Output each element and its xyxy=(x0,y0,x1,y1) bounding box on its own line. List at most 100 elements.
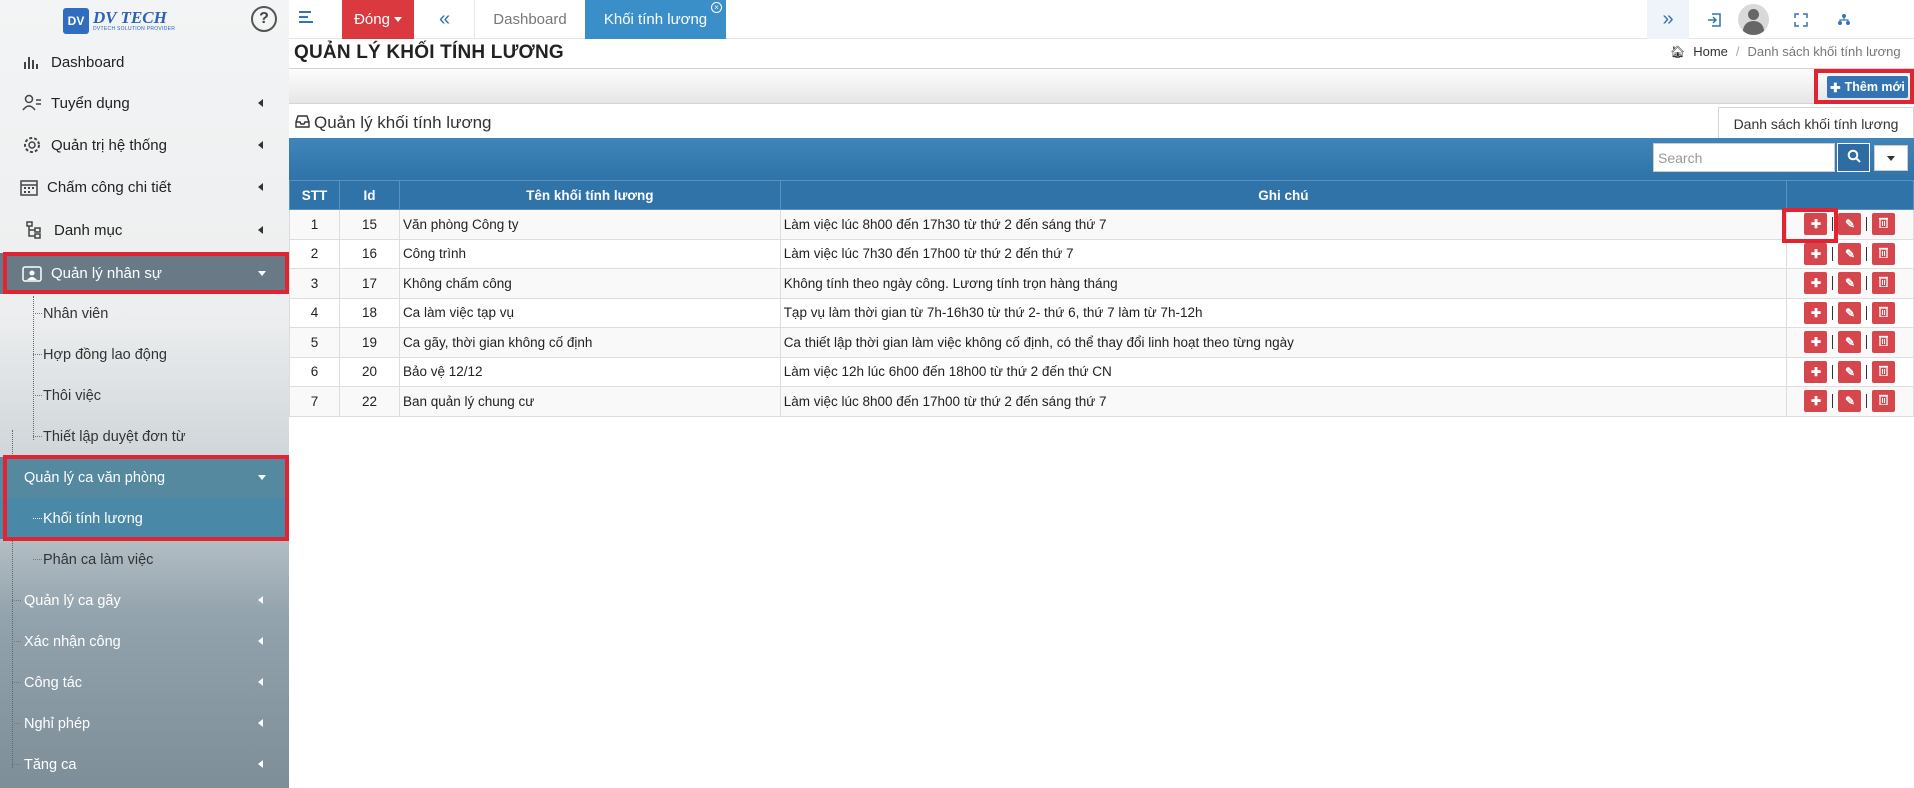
column-header[interactable]: Ghi chú xyxy=(779,180,1787,210)
sidebar: DV DV TECH DVTECH SOLUTION PROVIDER ? Da… xyxy=(0,0,289,788)
submenu-quan-ly-ca-gay[interactable]: Quản lý ca gãy xyxy=(0,580,289,621)
menu-item-quan-tri[interactable]: Quản trị hệ thống xyxy=(0,125,289,165)
help-button[interactable]: ? xyxy=(251,6,277,32)
breadcrumb-home[interactable]: Home xyxy=(1693,44,1728,59)
submenu-nghi-phep[interactable]: Nghỉ phép xyxy=(0,703,289,744)
cell-stt: 2 xyxy=(289,238,340,269)
menu-toggle-icon[interactable] xyxy=(299,11,313,25)
submenu-quan-ly-ca-van-phong[interactable]: Quản lý ca văn phòng xyxy=(0,457,289,498)
delete-button[interactable] xyxy=(1872,213,1896,236)
table-row[interactable]: 3 17 Không chấm công Không tính theo ngày c… xyxy=(289,268,1914,299)
cell-name: Công trình xyxy=(398,238,781,269)
double-chevron-left-icon[interactable]: « xyxy=(439,9,450,29)
submenu-nhan-vien[interactable]: Nhân viên xyxy=(0,293,289,334)
menu-item-danh-muc[interactable]: Danh mục xyxy=(0,210,289,250)
cell-note: Không tính theo ngày công. Lương tính tr… xyxy=(779,268,1787,299)
column-header[interactable]: Id xyxy=(338,180,400,210)
submenu-thoi-viec[interactable]: Thôi việc xyxy=(0,375,289,416)
tab-danh-sach[interactable]: Danh sách khối tính lương xyxy=(1718,107,1914,139)
search-options-button[interactable] xyxy=(1874,145,1908,171)
table-row[interactable]: 6 20 Bảo vệ 12/12 Làm việc 12h lúc 6h00 đến… xyxy=(289,356,1914,387)
cell-name: Ca làm việc tạp vụ xyxy=(398,297,781,328)
submenu-label: Tăng ca xyxy=(24,756,77,773)
chevron-down-icon xyxy=(393,17,402,22)
submenu-hop-dong[interactable]: Hợp đồng lao động xyxy=(0,334,289,375)
delete-button[interactable] xyxy=(1872,390,1896,413)
menu-item-tuyen-dung[interactable]: Tuyển dụng xyxy=(0,83,289,123)
cell-name: Bảo vệ 12/12 xyxy=(398,356,781,387)
add-row-button[interactable]: ✚ xyxy=(1804,213,1828,236)
delete-button[interactable] xyxy=(1872,360,1896,383)
edit-button[interactable]: ✎ xyxy=(1838,213,1862,236)
table-row[interactable]: 1 15 Văn phòng Công ty Làm việc lúc 8h00 đế… xyxy=(289,209,1914,240)
edit-button[interactable]: ✎ xyxy=(1838,390,1862,413)
table-row[interactable]: 5 19 Ca gãy, thời gian không cố định Ca thi… xyxy=(289,327,1914,358)
table-row[interactable]: 7 22 Ban quản lý chung cư Làm việc lúc 8h00… xyxy=(289,386,1914,417)
tab-dashboard[interactable]: Dashboard xyxy=(474,0,585,39)
submenu-phan-ca[interactable]: Phân ca làm việc xyxy=(0,539,289,580)
edit-button[interactable]: ✎ xyxy=(1838,331,1862,354)
plus-icon: ✚ xyxy=(1830,80,1841,95)
table-row[interactable]: 4 18 Ca làm việc tạp vụ Tạp vụ làm thời gia… xyxy=(289,297,1914,328)
cell-stt: 4 xyxy=(289,297,340,328)
user-avatar[interactable] xyxy=(1733,0,1773,39)
cell-actions: ✚ ✎ xyxy=(1785,386,1914,417)
exit-icon[interactable] xyxy=(1699,0,1729,39)
fullscreen-icon[interactable] xyxy=(1786,0,1816,39)
submenu-label: Công tác xyxy=(24,674,83,691)
cell-name: Văn phòng Công ty xyxy=(398,209,781,240)
edit-button[interactable]: ✎ xyxy=(1838,360,1862,383)
logo[interactable]: DV DV TECH DVTECH SOLUTION PROVIDER xyxy=(63,8,175,34)
submenu-thiet-lap-duyet[interactable]: Thiết lập duyệt đơn từ xyxy=(0,416,289,457)
trash-icon xyxy=(1879,217,1889,231)
edit-button[interactable]: ✎ xyxy=(1838,272,1862,295)
table-row[interactable]: 2 16 Công trình Làm việc lúc 7h30 đến 17h00… xyxy=(289,238,1914,269)
submenu-cong-tac[interactable]: Công tác xyxy=(0,662,289,703)
submenu-label: Khối tính lương xyxy=(43,510,143,527)
close-icon[interactable]: × xyxy=(711,2,722,13)
menu-item-cham-cong[interactable]: Chấm công chi tiết xyxy=(0,167,289,207)
add-new-button[interactable]: ✚ Thêm mới xyxy=(1827,76,1908,98)
add-row-button[interactable]: ✚ xyxy=(1804,331,1828,354)
search-input[interactable]: Search xyxy=(1653,143,1835,172)
pencil-icon: ✎ xyxy=(1844,335,1856,350)
delete-button[interactable] xyxy=(1872,331,1896,354)
edit-button[interactable]: ✎ xyxy=(1838,301,1862,324)
caret-left-icon xyxy=(258,678,263,686)
column-header[interactable]: Tên khối tính lương xyxy=(398,180,781,210)
close-dropdown-button[interactable]: Đóng xyxy=(342,0,414,39)
add-row-button[interactable]: ✚ xyxy=(1804,242,1828,265)
trash-icon xyxy=(1879,335,1889,349)
plus-icon: ✚ xyxy=(1810,246,1822,261)
submenu-tang-ca[interactable]: Tăng ca xyxy=(0,744,289,785)
edit-button[interactable]: ✎ xyxy=(1838,242,1862,265)
pencil-icon: ✎ xyxy=(1844,217,1856,232)
plus-icon: ✚ xyxy=(1810,217,1822,232)
trash-icon xyxy=(1879,306,1889,320)
submenu-label: Phân ca làm việc xyxy=(43,551,154,568)
double-chevron-right-icon[interactable]: » xyxy=(1647,0,1689,39)
caret-left-icon xyxy=(258,719,263,727)
cell-note: Ca thiết lập thời gian làm việc không cố… xyxy=(779,327,1787,358)
add-row-button[interactable]: ✚ xyxy=(1804,390,1828,413)
inbox-icon xyxy=(295,113,310,133)
delete-button[interactable] xyxy=(1872,272,1896,295)
tab-khoi-tinh-luong[interactable]: Khối tính lương × xyxy=(585,0,726,39)
delete-button[interactable] xyxy=(1872,301,1896,324)
caret-left-icon xyxy=(258,760,263,768)
submenu-xac-nhan-cong[interactable]: Xác nhận công xyxy=(0,621,289,662)
menu-item-dashboard[interactable]: Dashboard xyxy=(0,42,289,82)
search-icon xyxy=(1847,149,1861,166)
org-chart-icon[interactable] xyxy=(1829,0,1859,39)
menu-item-quan-ly-nhan-su[interactable]: Quản lý nhân sự xyxy=(0,253,289,294)
delete-button[interactable] xyxy=(1872,242,1896,265)
add-new-label: Thêm mới xyxy=(1844,80,1905,94)
logo-badge: DV xyxy=(63,8,89,34)
column-header[interactable]: STT xyxy=(289,180,340,210)
search-button[interactable] xyxy=(1837,143,1870,172)
add-row-button[interactable]: ✚ xyxy=(1804,301,1828,324)
submenu-khoi-tinh-luong[interactable]: Khối tính lương xyxy=(0,498,289,539)
add-row-button[interactable]: ✚ xyxy=(1804,360,1828,383)
plus-icon: ✚ xyxy=(1810,394,1822,409)
add-row-button[interactable]: ✚ xyxy=(1804,272,1828,295)
